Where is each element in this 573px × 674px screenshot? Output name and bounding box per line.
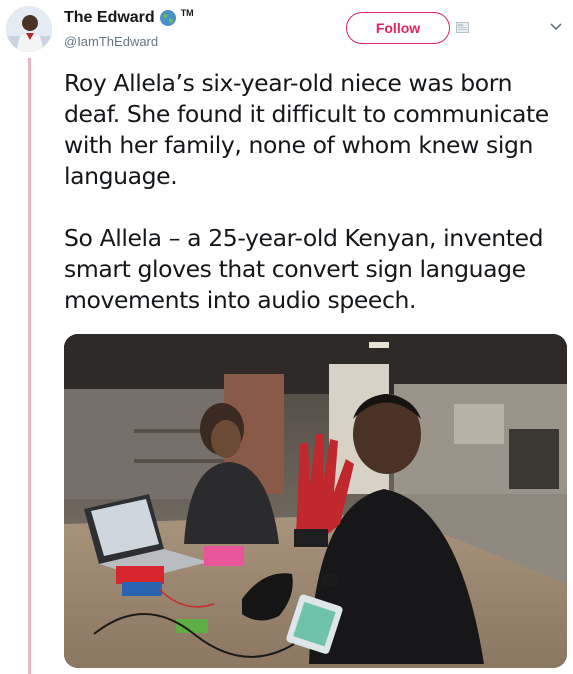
photo-smart-gloves <box>64 334 567 668</box>
card-icon[interactable] <box>456 22 469 33</box>
follow-button[interactable]: Follow <box>346 12 450 44</box>
chevron-down-icon[interactable] <box>549 22 563 32</box>
tweet-paragraph: So Allela – a 25-year-old Kenyan, invent… <box>64 224 544 314</box>
globe-icon <box>159 10 176 26</box>
tweet-paragraph: Roy Allela’s six-year-old niece was born… <box>64 69 549 190</box>
tweet-text: Roy Allela’s six-year-old niece was born… <box>64 68 564 316</box>
user-handle[interactable]: @IamThEdward <box>64 34 158 49</box>
avatar-image <box>6 6 52 52</box>
display-name[interactable]: The Edward <box>64 9 155 27</box>
thread-line <box>28 58 31 674</box>
trademark-mark: TM <box>180 8 194 18</box>
name-row: The Edward TM <box>64 8 194 27</box>
avatar[interactable] <box>6 6 52 52</box>
tweet-photo[interactable] <box>64 334 567 668</box>
